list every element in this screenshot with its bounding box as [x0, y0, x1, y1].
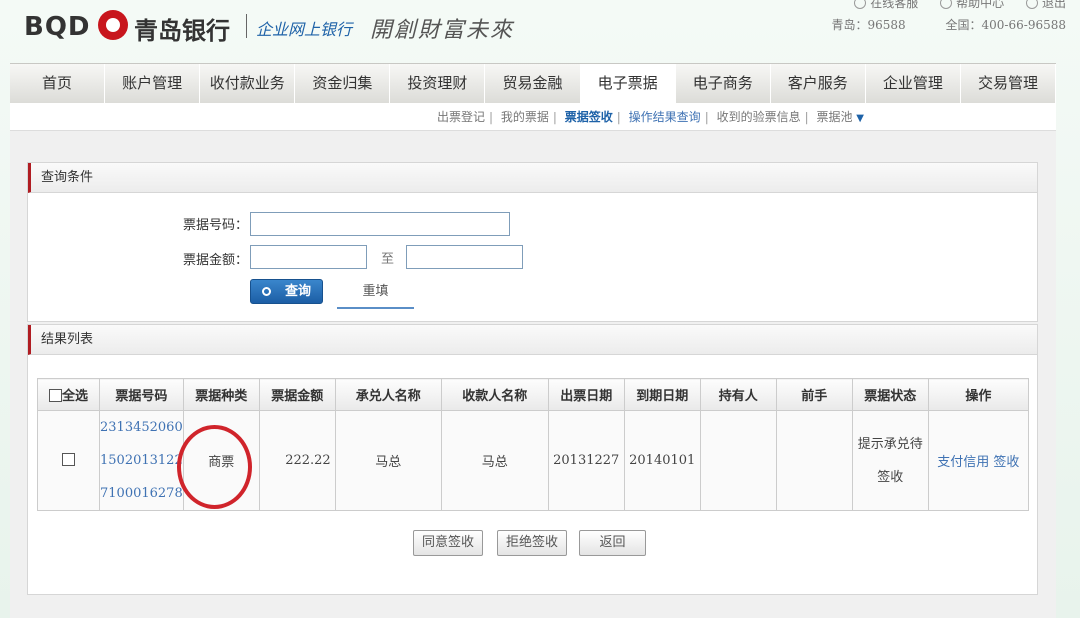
select-all-header[interactable]: 全选 — [37, 378, 100, 411]
search-button-label: 查询 — [284, 284, 311, 299]
subnav-bill-sign[interactable]: 票据签收 — [565, 110, 613, 124]
back-button[interactable]: 返回 — [579, 530, 646, 556]
select-all-checkbox[interactable] — [48, 389, 62, 402]
search-button[interactable]: 查询 — [250, 279, 323, 304]
tab-transaction-mgmt[interactable]: 交易管理 — [961, 64, 1057, 103]
select-all-label: 全选 — [61, 389, 88, 404]
results-panel-title: 结果列表 — [28, 325, 1037, 355]
bank-logo-icon — [98, 10, 128, 40]
col-due-date: 到期日期 — [623, 378, 701, 411]
agree-sign-button[interactable]: 同意签收 — [413, 530, 483, 556]
amount-to-input[interactable] — [406, 245, 523, 269]
bill-no-line[interactable]: 2313452060 — [100, 411, 183, 444]
top-links: 在线客服 帮助中心 退出 — [836, 0, 1066, 11]
query-panel-title: 查询条件 — [28, 163, 1037, 193]
pay-credit-link[interactable]: 支付信用 — [937, 455, 989, 470]
col-holder: 持有人 — [699, 378, 777, 411]
hotline-info: 青岛：96588 全国：400-66-96588 — [796, 16, 1066, 33]
bill-no-label: 票据号码： — [182, 218, 248, 233]
sub-nav: 出票登记 | 我的票据 | 票据签收 | 操作结果查询 | 收到的验票信息 | 票据池 ▼ — [10, 103, 1056, 131]
hotline-local: 青岛：96588 — [831, 18, 906, 32]
query-panel: 查询条件 — [27, 162, 1038, 322]
subnav-my-bills[interactable]: 我的票据 — [501, 110, 549, 124]
row-checkbox[interactable] — [62, 453, 75, 466]
tab-enterprise-mgmt[interactable]: 企业管理 — [866, 64, 961, 103]
tab-e-commerce[interactable]: 电子商务 — [676, 64, 771, 103]
bill-no-cell: 2313452060 1502013122 7100016278 — [99, 410, 184, 511]
help-center-link[interactable]: 帮助中心 — [940, 0, 1004, 10]
tab-customer-service[interactable]: 客户服务 — [771, 64, 866, 103]
tab-investment[interactable]: 投资理财 — [390, 64, 486, 103]
bank-logo-text: BQD — [24, 12, 91, 42]
action-cell: 支付信用 签收 — [927, 410, 1030, 511]
tab-e-bills[interactable]: 电子票据 — [580, 64, 676, 103]
bank-slogan: 開創財富未來 — [370, 18, 515, 43]
bank-subtitle: 企业网上银行 — [256, 20, 353, 39]
annotation-circle — [177, 425, 252, 509]
main-nav: 首页 账户管理 收付款业务 资金归集 投资理财 贸易金融 电子票据 电子商务 客… — [10, 63, 1057, 103]
logout-icon — [1025, 0, 1038, 9]
col-amount: 票据金额 — [258, 378, 336, 411]
bill-no-line[interactable]: 1502013122 — [100, 444, 183, 477]
subnav-inspection-info[interactable]: 收到的验票信息 — [717, 110, 801, 124]
logo-divider — [246, 14, 247, 38]
chat-icon — [854, 0, 867, 9]
sign-link[interactable]: 签收 — [993, 455, 1019, 470]
tab-trade-finance[interactable]: 贸易金融 — [485, 64, 581, 103]
col-issue-date: 出票日期 — [547, 378, 625, 411]
search-icon — [261, 287, 271, 296]
col-payee: 收款人名称 — [440, 378, 549, 411]
subnav-issue-registration[interactable]: 出票登记 — [437, 110, 485, 124]
subnav-separator: | — [552, 110, 557, 124]
status-cell: 提示承兑待 签收 — [851, 410, 929, 511]
issue-date-cell: 20131227 — [547, 410, 625, 511]
tab-home[interactable]: 首页 — [10, 64, 106, 103]
reject-sign-button[interactable]: 拒绝签收 — [497, 530, 567, 556]
subnav-result-query[interactable]: 操作结果查询 — [629, 110, 701, 124]
tab-payments[interactable]: 收付款业务 — [200, 64, 296, 103]
payee-cell: 马总 — [440, 410, 549, 511]
table-header-row: 全选 票据号码 票据种类 票据金额 承兑人名称 收款人名称 出票日期 到期日期 … — [37, 378, 1030, 411]
tab-cash-pooling[interactable]: 资金归集 — [295, 64, 391, 103]
logout-link[interactable]: 退出 — [1025, 0, 1066, 10]
reset-button[interactable]: 重填 — [337, 279, 414, 309]
due-date-cell: 20140101 — [623, 410, 701, 511]
help-icon — [940, 0, 953, 9]
tab-account[interactable]: 账户管理 — [105, 64, 201, 103]
subnav-separator: | — [804, 110, 809, 124]
amount-from-input[interactable] — [250, 245, 367, 269]
bank-name: 青岛银行 — [134, 16, 230, 45]
col-bill-type: 票据种类 — [182, 378, 260, 411]
online-service-link[interactable]: 在线客服 — [854, 0, 918, 10]
bill-no-line[interactable]: 7100016278 — [100, 477, 183, 510]
row-select-cell — [37, 410, 100, 511]
col-bill-no: 票据号码 — [99, 378, 184, 411]
status-line: 签收 — [877, 469, 904, 485]
previous-cell — [775, 410, 853, 511]
holder-cell — [699, 410, 777, 511]
subnav-separator: | — [489, 110, 494, 124]
amount-to-label: 至 — [380, 252, 394, 267]
col-previous: 前手 — [775, 378, 853, 411]
col-acceptor: 承兑人名称 — [334, 378, 442, 411]
dropdown-arrow-icon: ▼ — [856, 113, 864, 124]
col-action: 操作 — [927, 378, 1030, 411]
hotline-national: 全国：400-66-96588 — [945, 18, 1066, 32]
status-line: 提示承兑待 — [857, 436, 923, 452]
amount-label: 票据金额： — [182, 253, 248, 268]
subnav-bill-pool[interactable]: 票据池 ▼ — [816, 110, 864, 124]
acceptor-cell: 马总 — [334, 410, 442, 511]
amount-cell: 222.22 — [258, 410, 336, 511]
subnav-separator: | — [704, 110, 709, 124]
bill-no-input[interactable] — [250, 212, 510, 236]
subnav-separator: | — [616, 110, 621, 124]
col-status: 票据状态 — [851, 378, 929, 411]
